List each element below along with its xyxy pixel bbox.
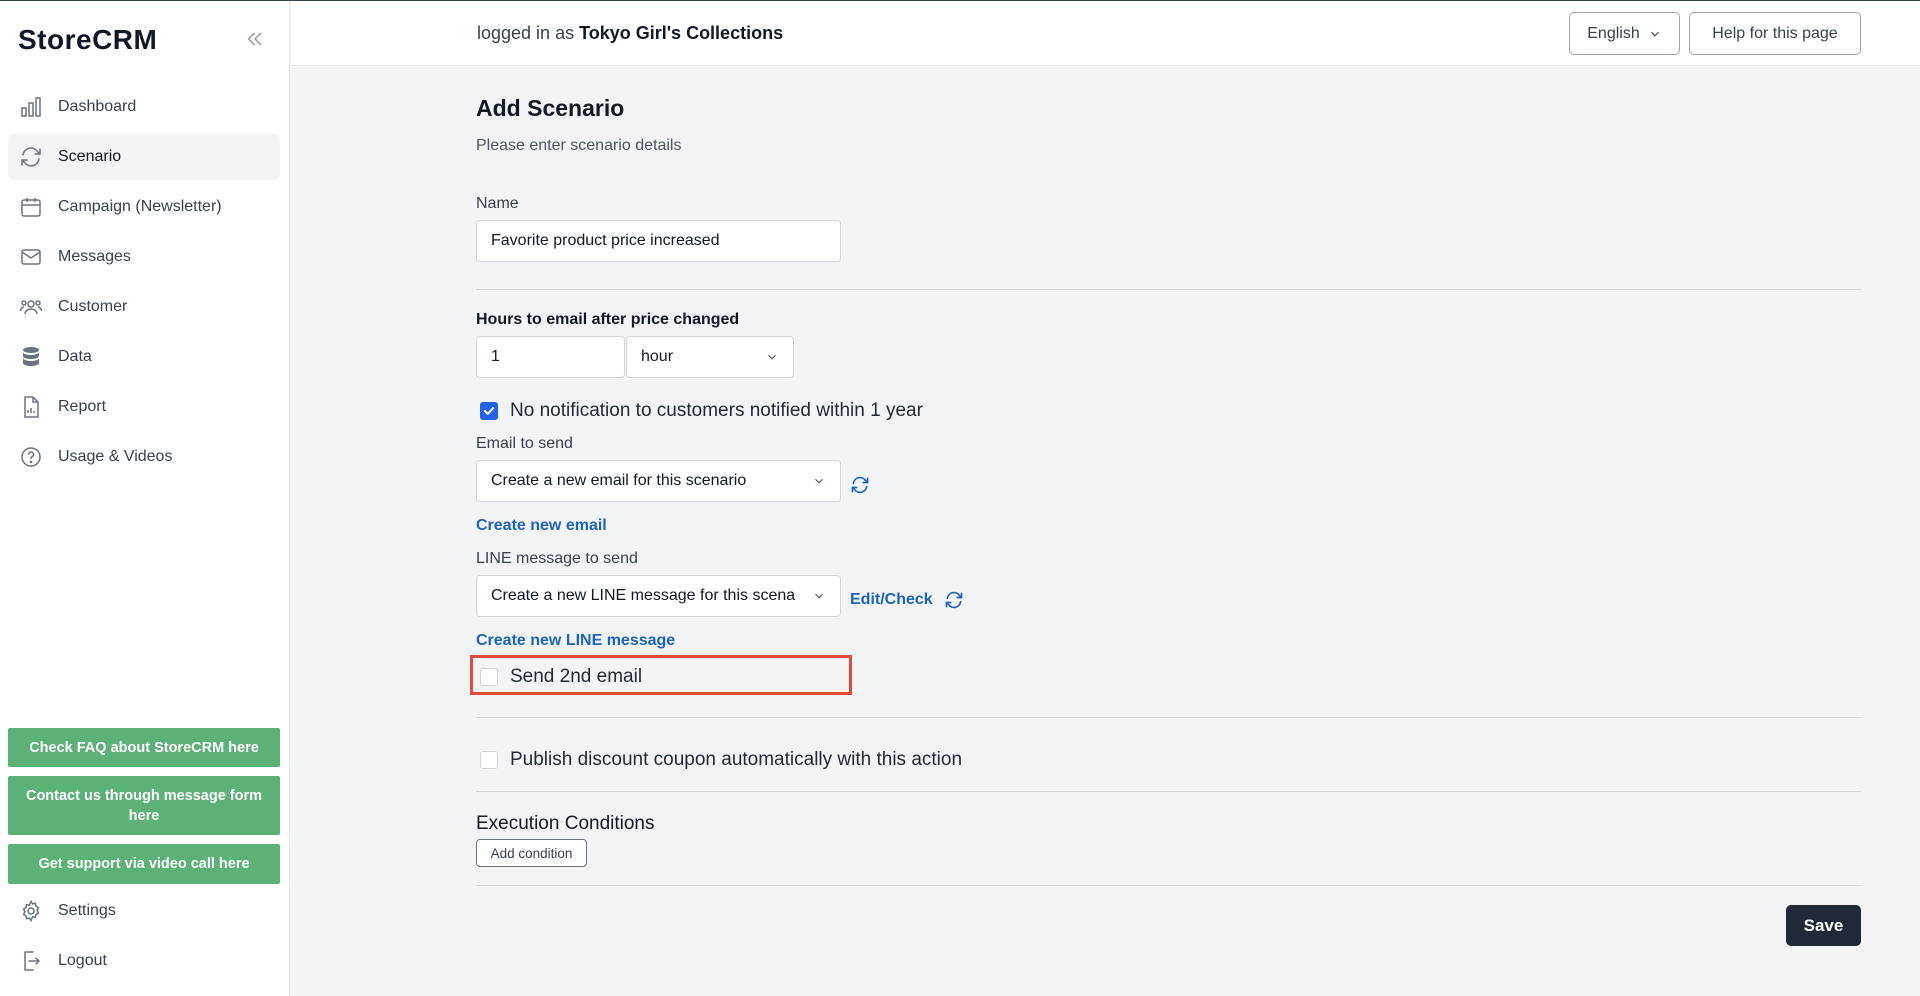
sidebar-item-label: Usage & Videos: [58, 448, 173, 465]
chevron-down-icon: [765, 350, 779, 364]
no-notification-label: No notification to customers notified wi…: [510, 400, 923, 421]
logout-icon: [18, 948, 44, 974]
discount-coupon-checkbox[interactable]: [480, 751, 498, 769]
hours-unit-value: hour: [641, 348, 674, 365]
line-message-select-value: Create a new LINE message for this scena…: [491, 587, 796, 604]
sidebar-item-report[interactable]: Report: [8, 384, 280, 430]
sidebar-item-label: Logout: [58, 952, 107, 969]
sidebar: StoreCRM Dashboard Scenario Campaign (Ne…: [0, 0, 290, 996]
divider: [476, 289, 1861, 290]
users-icon: [18, 294, 44, 320]
calendar-icon: [18, 194, 44, 220]
document-chart-icon: [18, 394, 44, 420]
sidebar-item-usage-videos[interactable]: Usage & Videos: [8, 434, 280, 480]
sidebar-item-label: Settings: [58, 902, 116, 919]
sidebar-item-scenario[interactable]: Scenario: [8, 134, 280, 180]
discount-coupon-label: Publish discount coupon automatically wi…: [510, 749, 963, 770]
create-new-email-link[interactable]: Create new email: [476, 517, 607, 535]
line-message-select[interactable]: Create a new LINE message for this scena…: [476, 575, 841, 617]
page-title: Add Scenario: [476, 95, 625, 121]
chart-bar-icon: [18, 94, 44, 120]
hours-field[interactable]: 1: [476, 336, 625, 378]
language-label: English: [1587, 24, 1640, 42]
gear-icon: [18, 898, 44, 924]
send-2nd-email-checkbox[interactable]: [480, 668, 498, 686]
sidebar-item-campaign[interactable]: Campaign (Newsletter): [8, 184, 280, 230]
divider: [476, 791, 1861, 792]
database-icon: [18, 344, 44, 370]
sidebar-item-label: Messages: [58, 248, 131, 265]
app-logo[interactable]: StoreCRM: [18, 24, 157, 56]
store-name: Tokyo Girl's Collections: [579, 23, 784, 43]
sidebar-item-messages[interactable]: Messages: [8, 234, 280, 280]
sidebar-bottom-nav: Settings Logout: [8, 888, 280, 988]
chevron-down-icon: [812, 474, 826, 488]
sidebar-item-logout[interactable]: Logout: [8, 938, 280, 984]
refresh-line-icon[interactable]: [944, 590, 964, 610]
sidebar-item-label: Customer: [58, 298, 128, 315]
window-top-border: [0, 0, 1920, 1]
hours-label: Hours to email after price changed: [476, 311, 740, 328]
edit-check-link[interactable]: Edit/Check: [850, 591, 933, 609]
sidebar-item-customer[interactable]: Customer: [8, 284, 280, 330]
email-to-send-label: Email to send: [476, 435, 573, 452]
sidebar-item-label: Campaign (Newsletter): [58, 198, 222, 215]
hours-unit-select[interactable]: hour: [626, 336, 794, 378]
logged-in-text: logged in as Tokyo Girl's Collections: [477, 23, 783, 44]
divider: [476, 885, 1861, 886]
send-2nd-email-option: Send 2nd email: [480, 666, 642, 688]
refresh-email-icon[interactable]: [850, 475, 870, 495]
chevron-down-icon: [1648, 27, 1662, 41]
video-call-support-button[interactable]: Get support via video call here: [8, 844, 280, 884]
page-subtitle: Please enter scenario details: [476, 137, 682, 154]
sidebar-item-data[interactable]: Data: [8, 334, 280, 380]
no-notification-option: No notification to customers notified wi…: [480, 400, 923, 422]
sidebar-item-settings[interactable]: Settings: [8, 888, 280, 934]
contact-form-button[interactable]: Contact us through message form here: [8, 776, 280, 835]
divider: [476, 717, 1861, 718]
chevron-down-icon: [812, 589, 826, 603]
create-new-line-message-link[interactable]: Create new LINE message: [476, 632, 675, 650]
help-button[interactable]: Help for this page: [1689, 12, 1861, 55]
question-circle-icon: [18, 444, 44, 470]
sidebar-item-label: Data: [58, 348, 92, 365]
faq-button[interactable]: Check FAQ about StoreCRM here: [8, 728, 280, 767]
top-bar: logged in as Tokyo Girl's Collections En…: [291, 1, 1920, 66]
save-button[interactable]: Save: [1786, 905, 1861, 946]
add-condition-button[interactable]: Add condition: [476, 839, 587, 867]
sidebar-item-label: Scenario: [58, 148, 122, 165]
no-notification-checkbox[interactable]: [480, 402, 498, 420]
refresh-icon: [18, 144, 44, 170]
discount-coupon-option: Publish discount coupon automatically wi…: [480, 749, 962, 771]
sidebar-item-label: Report: [58, 398, 107, 415]
email-select-value: Create a new email for this scenario: [491, 472, 747, 489]
sidebar-item-label: Dashboard: [58, 98, 137, 115]
name-label: Name: [476, 195, 519, 212]
logged-in-prefix: logged in as: [477, 23, 575, 43]
collapse-sidebar-icon[interactable]: [244, 28, 266, 50]
name-field[interactable]: Favorite product price increased: [476, 220, 841, 262]
sidebar-item-dashboard[interactable]: Dashboard: [8, 84, 280, 130]
send-2nd-email-label: Send 2nd email: [510, 666, 643, 687]
mail-icon: [18, 244, 44, 270]
language-selector[interactable]: English: [1569, 12, 1680, 55]
line-message-label: LINE message to send: [476, 550, 638, 567]
sidebar-nav: Dashboard Scenario Campaign (Newsletter)…: [8, 84, 280, 484]
execution-conditions-title: Execution Conditions: [476, 813, 655, 834]
email-select[interactable]: Create a new email for this scenario: [476, 460, 841, 502]
